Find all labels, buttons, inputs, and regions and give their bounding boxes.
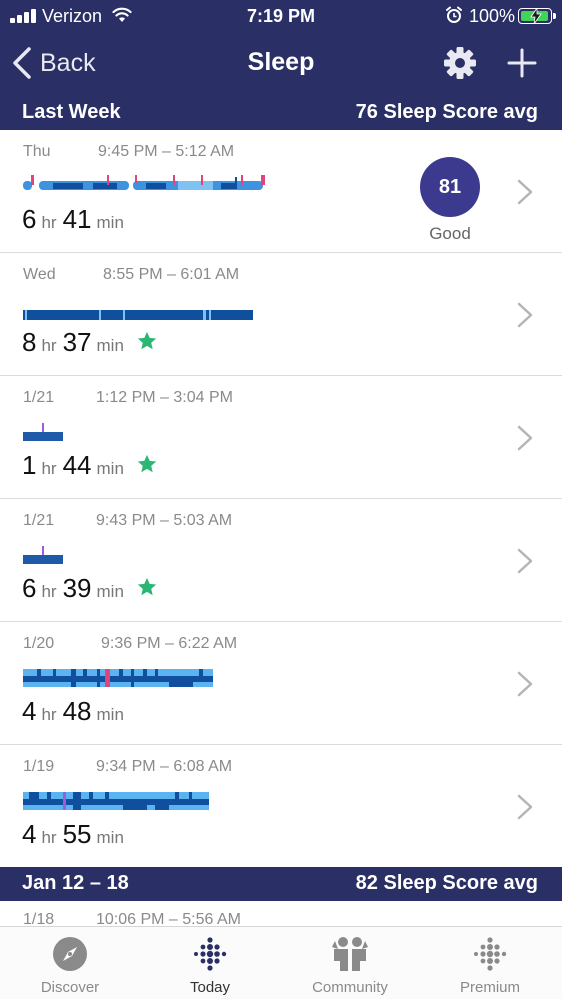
community-icon [332, 937, 368, 971]
status-bar: Verizon 7:19 PM 100% [0, 0, 562, 32]
tab-community[interactable]: Community [280, 927, 420, 999]
gear-icon[interactable] [442, 45, 478, 81]
sleep-duration: 6 hr 41 min [22, 204, 130, 235]
minutes-value: 48 [62, 696, 92, 726]
hours-value: 1 [22, 450, 37, 480]
sleep-duration: 1 hr 44 min [22, 450, 158, 481]
hours-value: 4 [22, 819, 37, 849]
chevron-right-icon [517, 425, 533, 451]
minutes-value: 44 [62, 450, 92, 480]
chevron-right-icon [517, 548, 533, 574]
battery-tip [553, 13, 556, 19]
section-header-jan-12-18: Jan 12 – 18 82 Sleep Score avg [0, 867, 562, 901]
back-label: Back [40, 48, 96, 77]
hours-value: 4 [22, 696, 37, 726]
section-header-last-week: Last Week 76 Sleep Score avg [0, 96, 562, 130]
section-average: 82 Sleep Score avg [355, 872, 538, 894]
hours-value: 6 [22, 573, 37, 603]
tab-label: Community [312, 979, 388, 996]
sleep-stages-bar [23, 419, 63, 441]
sleep-date: Thu [23, 143, 51, 160]
tab-label: Discover [40, 979, 100, 996]
hours-unit: hr [41, 459, 57, 478]
chevron-right-icon [517, 794, 533, 820]
tab-label: Premium [459, 979, 520, 996]
sleep-stages-bar [23, 173, 265, 193]
top-bar: Verizon 7:19 PM 100% Back Sleep [0, 0, 562, 96]
sleep-date: 1/21 [23, 389, 55, 406]
sleep-time-range: 9:43 PM – 5:03 AM [96, 512, 233, 529]
hours-value: 6 [22, 204, 37, 234]
sleep-date: 1/19 [23, 758, 55, 775]
sleep-date: 1/21 [23, 512, 55, 529]
sleep-row[interactable]: 1/21 1:12 PM – 3:04 PM 1 hr 44 min [0, 376, 562, 499]
hours-unit: hr [41, 336, 57, 355]
minutes-unit: min [96, 213, 124, 232]
sleep-duration: 4 hr 48 min [22, 696, 130, 727]
minutes-value: 55 [62, 819, 92, 849]
star-icon [137, 331, 157, 349]
minutes-value: 39 [62, 573, 92, 603]
sleep-time-range: 9:34 PM – 6:08 AM [96, 758, 233, 775]
hours-unit: hr [41, 582, 57, 601]
star-icon [137, 454, 157, 472]
tab-discover[interactable]: Discover [0, 927, 140, 999]
plus-icon[interactable] [504, 45, 540, 81]
chevron-right-icon [517, 302, 533, 328]
sleep-date: Wed [23, 266, 56, 283]
sleep-row[interactable]: 1/19 9:34 PM – 6:08 AM 4 hr 55 min [0, 745, 562, 868]
minutes-value: 41 [62, 204, 92, 234]
tab-label: Today [189, 979, 231, 996]
sleep-duration: 4 hr 55 min [22, 819, 130, 850]
chevron-left-icon [13, 47, 31, 79]
hours-unit: hr [41, 213, 57, 232]
minutes-unit: min [96, 705, 124, 724]
premium-dots-icon [474, 937, 507, 971]
sleep-stages-bar [23, 788, 209, 810]
sleep-row[interactable]: Thu 9:45 PM – 5:12 AM 6 hr 41 min 81 Good [0, 130, 562, 253]
minutes-unit: min [96, 582, 124, 601]
sleep-score-label: Good [429, 224, 471, 243]
hours-value: 8 [22, 327, 37, 357]
compass-icon [53, 937, 87, 971]
section-title: Jan 12 – 18 [22, 872, 129, 894]
charging-bolt-icon [530, 8, 542, 24]
tab-today[interactable]: Today [140, 927, 280, 999]
sleep-row[interactable]: 1/21 9:43 PM – 5:03 AM 6 hr 39 min [0, 499, 562, 622]
hours-unit: hr [41, 828, 57, 847]
alarm-icon [446, 6, 462, 23]
sleep-time-range: 9:45 PM – 5:12 AM [98, 143, 235, 160]
sleep-time-range: 9:36 PM – 6:22 AM [101, 635, 238, 652]
sleep-row[interactable]: 1/20 9:36 PM – 6:22 AM 4 hr 48 min [0, 622, 562, 745]
chevron-right-icon [517, 179, 533, 205]
minutes-unit: min [96, 828, 124, 847]
sleep-time-range: 1:12 PM – 3:04 PM [96, 389, 233, 406]
sleep-duration: 8 hr 37 min [22, 327, 158, 358]
chevron-right-icon [517, 671, 533, 697]
minutes-value: 37 [62, 327, 92, 357]
battery-percent: 100% [469, 6, 516, 26]
tab-premium[interactable]: Premium [420, 927, 560, 999]
sleep-stages-bar [23, 542, 63, 564]
sleep-score-badge: 81 [420, 157, 480, 217]
minutes-unit: min [96, 336, 124, 355]
sleep-stages-bar [23, 310, 253, 320]
fitbit-dots-icon [194, 937, 227, 971]
back-button[interactable]: Back [10, 44, 96, 82]
section-average: 76 Sleep Score avg [355, 101, 538, 123]
hours-unit: hr [41, 705, 57, 724]
minutes-unit: min [96, 459, 124, 478]
sleep-stages-bar [23, 665, 213, 687]
sleep-time-range: 8:55 PM – 6:01 AM [103, 266, 240, 283]
tab-bar: Discover Today Community Premium [0, 926, 562, 999]
star-icon [137, 577, 157, 595]
section-title: Last Week [22, 101, 121, 123]
sleep-date: 1/20 [23, 635, 55, 652]
battery-icon [518, 8, 552, 24]
sleep-row[interactable]: Wed 8:55 PM – 6:01 AM 8 hr 37 min [0, 253, 562, 376]
sleep-duration: 6 hr 39 min [22, 573, 158, 604]
